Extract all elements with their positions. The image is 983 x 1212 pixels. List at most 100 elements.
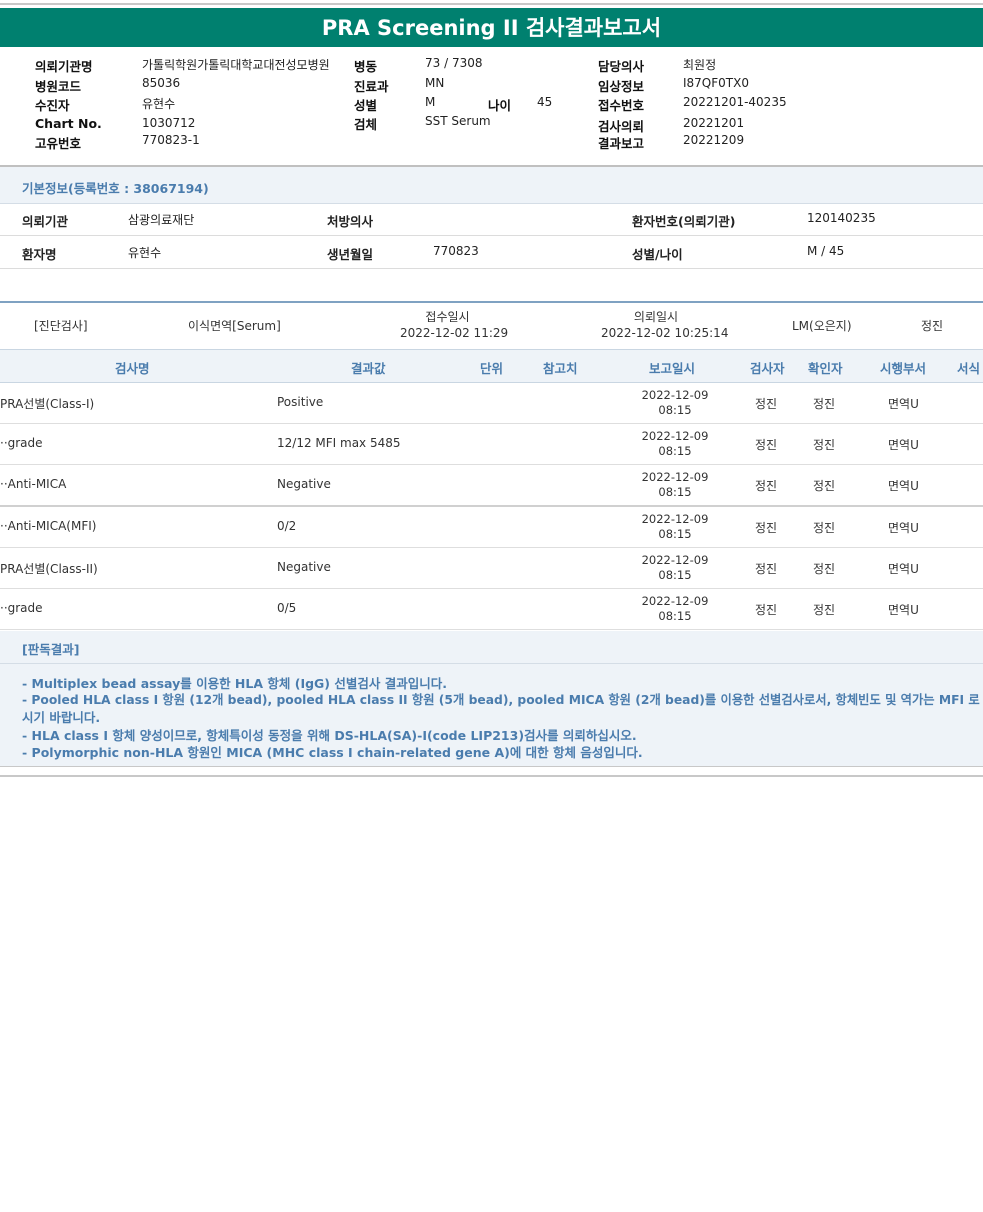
table-row[interactable]: ··Anti-MICA(MFI) 0/2 2022-12-09 08:15 정진 …	[0, 507, 983, 548]
row-result: Negative	[277, 477, 331, 491]
row-checker: 정진	[813, 479, 836, 493]
row-report-datetime: 2022-12-09 08:15	[641, 429, 709, 458]
row-result: 0/2	[277, 519, 297, 533]
row-checker: 정진	[813, 521, 836, 535]
results-table-header: 검사명 결과값 단위 참고치 보고일시 검사자 확인자 시행부서 서식	[0, 349, 983, 383]
row-tester: 정진	[755, 521, 778, 535]
clinical-value: I87QF0TX0	[683, 76, 749, 90]
chart-no-label: Chart No.	[35, 116, 102, 131]
col-header-checker: 확인자	[808, 361, 843, 376]
row-result: Negative	[277, 560, 331, 574]
col-header-form: 서식	[957, 361, 981, 376]
interpretation-line: - Polymorphic non-HLA 항원인 MICA (MHC clas…	[22, 745, 643, 760]
row-report-datetime: 2022-12-09 08:15	[641, 512, 709, 541]
age-label: 나이	[488, 98, 512, 113]
row-report-datetime: 2022-12-09 08:15	[641, 553, 709, 582]
diag-receipt-value: 2022-12-02 11:29	[400, 326, 509, 340]
row-checker: 정진	[813, 603, 836, 617]
row-dept: 면역U	[888, 479, 919, 493]
dept-label: 진료과	[354, 79, 389, 94]
chart-no-value: 1030712	[142, 116, 196, 130]
table-row[interactable]: PRA선별(Class-II) Negative 2022-12-09 08:15…	[0, 548, 983, 589]
recipient-label: 수진자	[35, 98, 70, 113]
diag-category: [진단검사]	[34, 319, 88, 333]
sex-value: M	[425, 95, 436, 109]
diag-exam: 이식면역[Serum]	[188, 319, 281, 333]
sex-label: 성별	[354, 98, 378, 113]
hospital-code-label: 병원코드	[35, 79, 82, 94]
unique-no-value: 770823-1	[142, 133, 200, 147]
interpretation-line: 시기 바랍니다.	[22, 710, 101, 725]
row-tester: 정진	[755, 438, 778, 452]
dept-value: MN	[425, 76, 445, 90]
col-header-unit: 단위	[480, 361, 504, 376]
patient-no-label: 환자번호(의뢰기관)	[632, 214, 736, 229]
diag-exam-row: [진단검사] 이식면역[Serum] 접수일시 2022-12-02 11:29…	[0, 302, 983, 348]
sexage-label: 성별/나이	[632, 247, 683, 262]
doctor-value: 최원정	[683, 58, 717, 72]
row-checker: 정진	[813, 438, 836, 452]
patient-no-value: 120140235	[807, 211, 876, 225]
diag-person: 정진	[921, 319, 944, 333]
row-dept: 면역U	[888, 521, 919, 535]
row-dept: 면역U	[888, 603, 919, 617]
row-tester: 정진	[755, 479, 778, 493]
birth-value: 770823	[433, 244, 479, 258]
row-report-datetime: 2022-12-09 08:15	[641, 388, 709, 417]
row-checker: 정진	[813, 562, 836, 576]
row-tester: 정진	[755, 603, 778, 617]
age-value: 45	[537, 95, 553, 109]
row-checker: 정진	[813, 397, 836, 411]
table-row[interactable]: ··grade 0/5 2022-12-09 08:15 정진 정진 면역U	[0, 589, 983, 630]
report-title: PRA Screening II 검사결과보고서	[0, 8, 983, 47]
req-inst-value: 삼광의료재단	[128, 213, 195, 227]
row-test-name: ··Anti-MICA(MFI)	[0, 519, 97, 533]
row-result: Positive	[277, 395, 324, 409]
req-inst-label: 의뢰기관	[22, 214, 69, 229]
interpretation-title: [판독결과]	[22, 642, 80, 657]
col-header-name: 검사명	[115, 361, 150, 376]
request-value: 20221201	[683, 116, 745, 130]
col-header-date: 보고일시	[649, 361, 696, 376]
col-header-ref: 참고치	[543, 361, 578, 376]
institution-value: 가톨릭학원가톨릭대학교대전성모병원	[142, 58, 330, 72]
receipt-no-label: 접수번호	[598, 98, 645, 113]
diag-lm: LM(오은지)	[792, 319, 852, 333]
row-test-name: ··grade	[0, 436, 43, 450]
unique-no-label: 고유번호	[35, 136, 82, 151]
row-tester: 정진	[755, 562, 778, 576]
table-row[interactable]: PRA선별(Class-I) Positive 2022-12-09 08:15 …	[0, 383, 983, 424]
basic-info-row-2: 환자명 유현수 생년월일 770823 성별/나이 M / 45	[0, 235, 983, 269]
receipt-no-value: 20221201-40235	[683, 95, 787, 109]
row-dept: 면역U	[888, 397, 919, 411]
interpretation-body: - Multiplex bead assay를 이용한 HLA 항체 (IgG)…	[0, 664, 983, 767]
report-label: 결과보고	[598, 136, 645, 151]
row-dept: 면역U	[888, 438, 919, 452]
doctor-label: 담당의사	[598, 59, 645, 74]
recipient-value: 유현수	[142, 97, 176, 111]
row-tester: 정진	[755, 397, 778, 411]
col-header-result: 결과값	[351, 361, 386, 376]
row-dept: 면역U	[888, 562, 919, 576]
basic-info-header: 기본정보(등록번호 : 38067194)	[0, 167, 983, 204]
row-result: 12/12 MFI max 5485	[277, 436, 401, 450]
patient-value: 유현수	[128, 246, 162, 260]
row-report-datetime: 2022-12-09 08:15	[641, 594, 709, 623]
table-row[interactable]: ··grade 12/12 MFI max 5485 2022-12-09 08:…	[0, 424, 983, 465]
report-value: 20221209	[683, 133, 745, 147]
row-test-name: ··Anti-MICA	[0, 477, 67, 491]
specimen-label: 검체	[354, 117, 378, 132]
bottom-border	[0, 775, 983, 777]
col-header-dept: 시행부서	[880, 361, 927, 376]
col-header-tester: 검사자	[750, 361, 785, 376]
table-row[interactable]: ··Anti-MICA Negative 2022-12-09 08:15 정진 …	[0, 465, 983, 507]
diag-request-label: 의뢰일시	[633, 310, 679, 324]
row-test-name: ··grade	[0, 601, 43, 615]
ward-label: 병동	[354, 59, 378, 74]
row-test-name: PRA선별(Class-II)	[0, 562, 98, 576]
sexage-value: M / 45	[807, 244, 845, 258]
patient-label: 환자명	[22, 247, 57, 262]
row-result: 0/5	[277, 601, 297, 615]
hospital-code-value: 85036	[142, 76, 181, 90]
clinical-label: 임상정보	[598, 79, 645, 94]
